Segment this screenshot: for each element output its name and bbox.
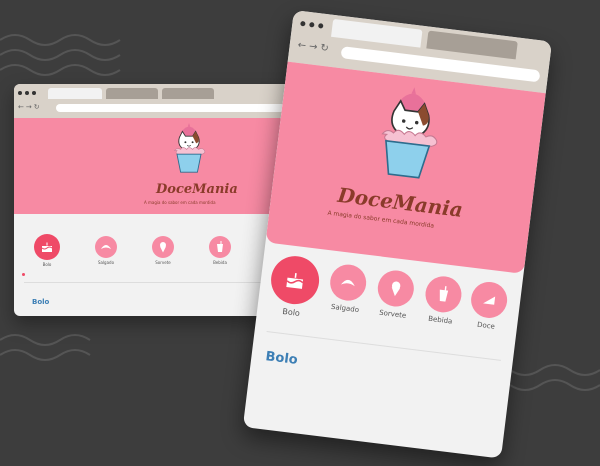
ice-cream-icon xyxy=(152,236,174,258)
cake-icon xyxy=(34,234,60,260)
window-dots xyxy=(18,91,36,95)
category-item-sorvete[interactable]: Sorvete xyxy=(149,236,177,265)
dot-icon xyxy=(25,91,29,95)
dot-icon xyxy=(300,20,306,27)
category-label: Bebida xyxy=(213,260,227,265)
category-item-bolo[interactable]: Bolo xyxy=(265,253,324,320)
mobile-browser-mockup: ← → ↻ DoceMania A magia do sabor em cada… xyxy=(242,10,600,466)
back-arrow-icon[interactable]: ← xyxy=(297,40,307,52)
browser-tab[interactable] xyxy=(426,30,518,60)
category-item-bebida[interactable]: Bebida xyxy=(417,274,469,327)
drink-icon xyxy=(209,236,231,258)
nav-controls: ← → ↻ xyxy=(297,40,330,55)
section-title: Bolo xyxy=(32,298,50,306)
category-label: Bolo xyxy=(281,306,301,318)
category-item-salgado[interactable]: Salgado xyxy=(92,236,120,265)
category-label: Sorvete xyxy=(155,260,171,265)
dot-icon xyxy=(309,21,315,28)
brand-tagline: A magia do sabor em cada mordida xyxy=(144,200,216,205)
back-arrow-icon[interactable]: ← xyxy=(18,104,24,111)
ice-cream-icon xyxy=(375,268,416,309)
brand-name: DoceMania xyxy=(156,182,238,197)
dot-icon xyxy=(32,91,36,95)
section-title: Bolo xyxy=(264,349,299,368)
category-label: Bolo xyxy=(42,262,52,267)
cupcake-cat-logo xyxy=(174,123,206,173)
category-item-sorvete[interactable]: Sorvete xyxy=(369,268,421,321)
pie-icon xyxy=(469,279,510,320)
croissant-icon xyxy=(95,236,117,258)
category-label: Bebida xyxy=(427,314,453,326)
browser-tab-active[interactable] xyxy=(48,88,102,99)
category-label: Sorvete xyxy=(378,308,407,320)
drink-icon xyxy=(423,274,464,315)
dot-icon xyxy=(317,23,324,29)
category-item-doce[interactable]: Doce xyxy=(463,279,515,332)
cupcake-cat-logo xyxy=(381,87,438,179)
forward-arrow-icon[interactable]: → xyxy=(308,41,318,53)
category-label: Doce xyxy=(476,320,496,331)
croissant-icon xyxy=(328,262,369,303)
category-item-bolo[interactable]: Bolo xyxy=(32,234,62,267)
cake-icon xyxy=(268,253,322,307)
browser-tab[interactable] xyxy=(106,88,158,99)
category-label: Salgado xyxy=(97,260,115,265)
forward-arrow-icon[interactable]: → xyxy=(26,104,32,111)
category-item-bebida[interactable]: Bebida xyxy=(206,236,234,265)
browser-tab[interactable] xyxy=(162,88,214,99)
hero-banner: DoceMania A magia do sabor em cada mordi… xyxy=(265,61,546,274)
reload-icon[interactable]: ↻ xyxy=(34,104,40,111)
category-item-salgado[interactable]: Salgado xyxy=(322,262,374,315)
window-dots xyxy=(300,20,324,29)
browser-tab-active[interactable] xyxy=(331,18,423,48)
nav-controls: ← → ↻ xyxy=(18,104,40,111)
category-label: Salgado xyxy=(330,302,360,315)
reload-icon[interactable]: ↻ xyxy=(320,43,330,55)
scroll-indicator[interactable] xyxy=(22,273,25,276)
dot-icon xyxy=(18,91,22,95)
divider xyxy=(266,331,501,361)
